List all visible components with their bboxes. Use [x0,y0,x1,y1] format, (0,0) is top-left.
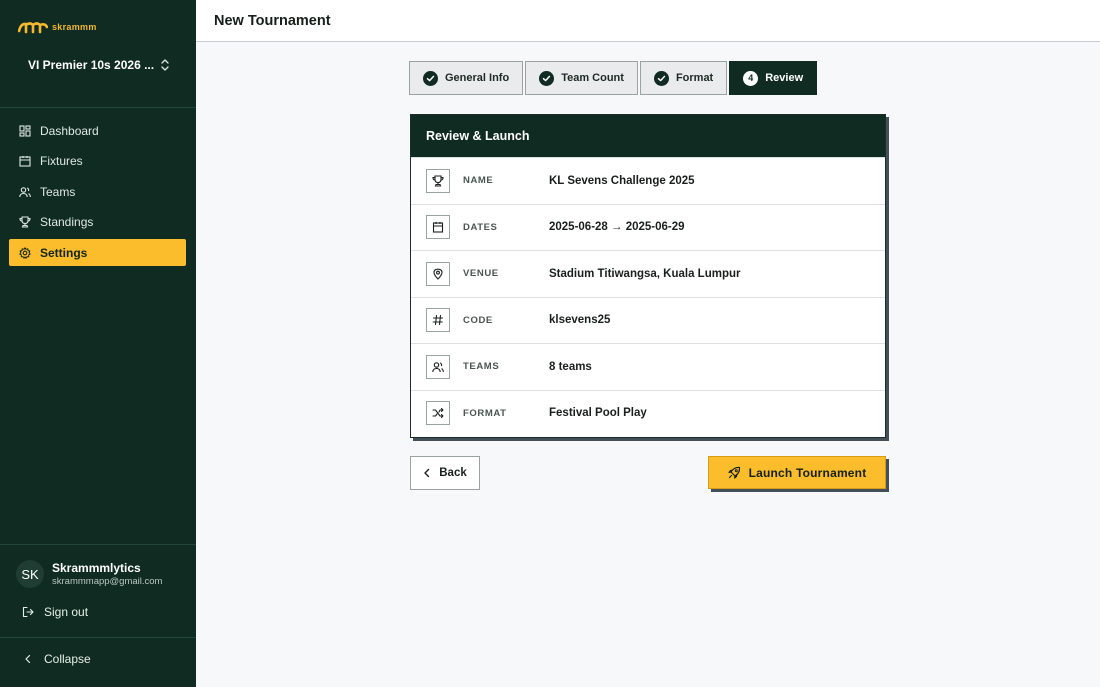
user-profile[interactable]: SK Skrammmlytics skrammmapp@gmail.com [16,560,162,588]
sidebar-item-label: Fixtures [40,154,83,168]
check-circle-icon [539,70,555,86]
review-row-value: 2025-06-28 → 2025-06-29 [549,221,685,234]
review-row-teams: TEAMS 8 teams [411,343,885,390]
sign-out-button[interactable]: Sign out [22,605,88,619]
sidebar-item-standings[interactable]: Standings [9,209,186,236]
step-label: Review [765,72,804,84]
workspace-name: VI Premier 10s 2026 ... [28,58,155,72]
review-row-dates: DATES 2025-06-28 → 2025-06-29 [411,203,885,251]
review-row-value: Festival Pool Play [549,407,647,420]
review-row-label: FORMAT [463,407,507,419]
step-number-badge: 4 [743,70,759,86]
users-icon [426,354,450,379]
sidebar-item-settings[interactable]: Settings [9,239,186,266]
top-header: New Tournament [196,0,1100,42]
user-email: skrammmapp@gmail.com [52,575,163,587]
review-card-title: Review & Launch [411,115,885,157]
step-review[interactable]: 4 Review [729,61,818,95]
step-general-info[interactable]: General Info [409,61,524,95]
map-pin-icon [426,261,450,286]
back-button-label: Back [439,467,467,479]
avatar: SK [16,560,44,588]
dashboard-icon [19,124,31,137]
rocket-icon [728,466,740,479]
review-row-value: klsevens25 [549,314,611,327]
sidebar-divider [0,544,196,545]
review-row-code: CODE klsevens25 [411,296,885,344]
skrammm-logo-icon [18,22,48,34]
chevron-left-icon [424,468,430,478]
hash-icon [426,308,450,333]
sidebar: skrammm VI Premier 10s 2026 ... Dashboar… [0,0,196,687]
gear-icon [19,246,31,259]
page-title: New Tournament [214,13,331,29]
sidebar-nav: Dashboard Fixtures Teams Standings Setti… [9,117,186,270]
sidebar-item-teams[interactable]: Teams [9,178,186,205]
sidebar-item-label: Dashboard [40,123,99,138]
launch-tournament-button[interactable]: Launch Tournament [708,456,886,489]
check-circle-icon [423,70,438,86]
launch-button-label: Launch Tournament [748,465,867,480]
trophy-icon [19,216,31,228]
users-icon [19,186,31,198]
review-row-label: TEAMS [463,361,500,373]
shuffle-icon [426,401,450,426]
review-row-label: VENUE [463,268,499,280]
workspace-switcher[interactable]: VI Premier 10s 2026 ... [14,52,182,78]
review-row-label: NAME [463,175,494,187]
calendar-icon [19,155,31,167]
review-row-value: KL Sevens Challenge 2025 [549,174,695,187]
review-row-name: NAME KL Sevens Challenge 2025 [411,157,885,204]
trophy-icon [426,168,450,193]
sign-out-label: Sign out [44,605,89,619]
sidebar-item-fixtures[interactable]: Fixtures [9,148,186,175]
back-button[interactable]: Back [410,456,480,490]
step-team-count[interactable]: Team Count [525,61,638,95]
review-row-label: DATES [463,221,498,233]
review-row-value: Stadium Titiwangsa, Kuala Lumpur [549,267,741,280]
brand-logo[interactable]: skrammm [18,20,97,34]
user-name: Skrammmlytics [52,560,141,575]
sidebar-item-label: Teams [40,184,76,199]
collapse-label: Collapse [44,652,91,666]
chevron-up-down-icon [161,59,169,71]
check-circle-icon [653,70,669,86]
step-label: Format [675,72,714,84]
step-format[interactable]: Format [639,61,728,95]
sidebar-item-dashboard[interactable]: Dashboard [9,117,186,144]
sidebar-divider [0,637,196,638]
sign-out-icon [22,606,34,618]
collapse-button[interactable]: Collapse [22,652,91,666]
chevron-left-icon [25,654,31,664]
brand-name: skrammm [52,22,97,32]
review-card: Review & Launch NAME KL Sevens Challenge… [410,114,886,438]
calendar-icon [426,215,450,240]
review-row-label: CODE [463,314,493,326]
sidebar-item-label: Standings [40,215,94,229]
sidebar-item-label: Settings [40,245,88,260]
step-label: Team Count [561,72,624,84]
sidebar-divider [0,107,196,108]
review-row-venue: VENUE Stadium Titiwangsa, Kuala Lumpur [411,250,885,297]
review-row-value: 8 teams [549,360,592,373]
step-label: General Info [445,72,510,84]
review-row-format: FORMAT Festival Pool Play [411,389,885,437]
wizard-stepper: General Info Team Count Format 4 Review [409,61,818,95]
